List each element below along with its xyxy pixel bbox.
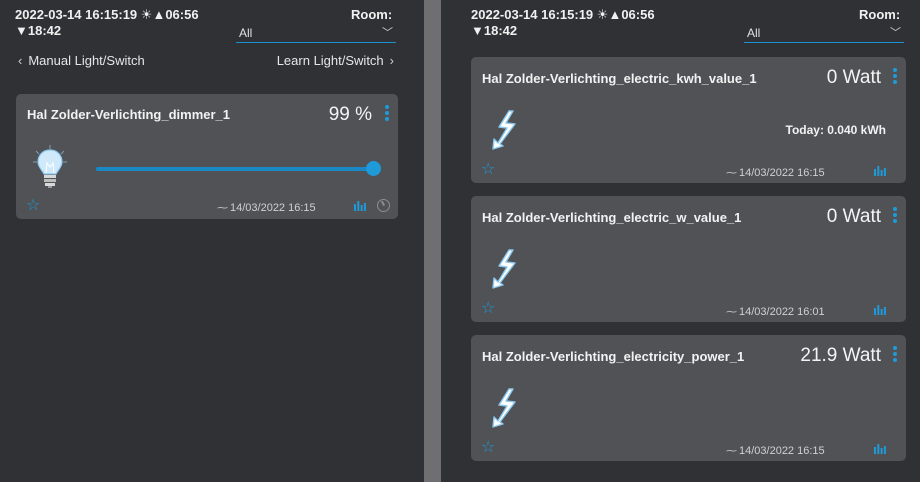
dimmer-slider[interactable] <box>96 161 381 176</box>
card-value: 21.9 Watt <box>800 345 881 366</box>
dimmer-card: Hal Zolder-Verlichting_dimmer_1 99 % ☆ ⁓… <box>16 94 398 219</box>
star-icon[interactable]: ☆ <box>481 301 495 317</box>
card-title: Hal Zolder-Verlichting_dimmer_1 <box>27 107 231 122</box>
dimmer-slider-thumb[interactable] <box>366 161 381 176</box>
lightning-icon[interactable] <box>491 109 521 151</box>
more-menu-icon[interactable] <box>385 105 389 123</box>
star-icon[interactable]: ☆ <box>481 162 495 178</box>
dimmer-slider-fill <box>96 167 374 171</box>
card-title: Hal Zolder-Verlichting_electric_w_value_… <box>482 210 742 225</box>
energy-card-w: Hal Zolder-Verlichting_electric_w_value_… <box>471 196 906 322</box>
room-label: Room: <box>859 7 901 22</box>
sunset-arrow-icon: ▼ <box>15 23 28 38</box>
card-value: 99 % <box>328 104 372 125</box>
room-select[interactable]: All ﹀ <box>744 25 904 43</box>
lightbulb-icon[interactable] <box>33 145 67 189</box>
more-menu-icon[interactable] <box>893 346 897 364</box>
room-select[interactable]: All ﹀ <box>236 25 396 43</box>
chevron-down-icon: ﹀ <box>890 27 901 39</box>
card-value: 0 Watt <box>826 206 881 227</box>
sunset-time: 18:42 <box>483 23 518 38</box>
timestamp-text: 14/03/2022 16:15 <box>739 445 825 457</box>
nav-prev-link[interactable]: ‹ Manual Light/Switch <box>12 53 145 68</box>
more-menu-icon[interactable] <box>893 68 897 86</box>
chevron-left-icon: ‹ <box>18 53 23 68</box>
sunset-time: 18:42 <box>27 23 62 38</box>
sunrise-arrow-icon: ▲ <box>152 7 166 22</box>
card-title: Hal Zolder-Verlichting_electricity_power… <box>482 349 745 364</box>
pane-divider[interactable] <box>424 0 441 482</box>
timestamp-text: 14/03/2022 16:01 <box>739 306 825 318</box>
timestamp-text: 14/03/2022 16:15 <box>739 167 825 179</box>
sun-icon: ☀ <box>596 7 609 22</box>
energy-card-power: Hal Zolder-Verlichting_electricity_power… <box>471 335 906 461</box>
lightning-icon[interactable] <box>491 248 521 290</box>
room-select-value: All <box>239 26 253 40</box>
header-datetime: 2022-03-14 16:15:19 ☀▲06:56 ▼18:42 <box>15 7 199 39</box>
activity-icon: ⁓ <box>726 306 737 318</box>
chevron-right-icon: › <box>389 53 394 68</box>
card-value: 0 Watt <box>826 67 881 88</box>
bar-chart-icon[interactable] <box>874 443 886 454</box>
bar-chart-icon[interactable] <box>874 165 886 176</box>
nav-next-label: Learn Light/Switch <box>276 53 384 68</box>
last-update: ⁓ 14/03/2022 16:15 <box>726 166 825 179</box>
today-energy: Today: 0.040 kWh <box>785 123 886 137</box>
energy-card-kwh: Hal Zolder-Verlichting_electric_kwh_valu… <box>471 57 906 183</box>
room-select-value: All <box>747 26 761 40</box>
timer-icon[interactable] <box>377 199 390 212</box>
nav-next-link[interactable]: Learn Light/Switch › <box>277 53 400 68</box>
sunrise-time: 06:56 <box>165 7 199 22</box>
activity-icon: ⁓ <box>726 167 737 179</box>
room-label: Room: <box>351 7 393 22</box>
activity-icon: ⁓ <box>217 202 228 214</box>
datetime-text: 2022-03-14 16:15:19 <box>15 7 138 22</box>
lightning-icon[interactable] <box>491 387 521 429</box>
activity-icon: ⁓ <box>726 445 737 457</box>
last-update: ⁓ 14/03/2022 16:15 <box>217 201 316 214</box>
last-update: ⁓ 14/03/2022 16:15 <box>726 444 825 457</box>
sunrise-time: 06:56 <box>621 7 655 22</box>
right-pane: 2022-03-14 16:15:19 ☀▲06:56 ▼18:42 Room:… <box>441 0 920 482</box>
sunset-arrow-icon: ▼ <box>471 23 484 38</box>
timestamp-text: 14/03/2022 16:15 <box>230 202 316 214</box>
sunrise-arrow-icon: ▲ <box>608 7 622 22</box>
header-datetime: 2022-03-14 16:15:19 ☀▲06:56 ▼18:42 <box>471 7 655 39</box>
bar-chart-icon[interactable] <box>874 304 886 315</box>
star-icon[interactable]: ☆ <box>481 440 495 456</box>
more-menu-icon[interactable] <box>893 207 897 225</box>
bar-chart-icon[interactable] <box>354 200 366 211</box>
left-pane: 2022-03-14 16:15:19 ☀▲06:56 ▼18:42 Room:… <box>0 0 424 482</box>
last-update: ⁓ 14/03/2022 16:01 <box>726 305 825 318</box>
chevron-down-icon: ﹀ <box>382 27 393 39</box>
card-title: Hal Zolder-Verlichting_electric_kwh_valu… <box>482 71 757 86</box>
datetime-text: 2022-03-14 16:15:19 <box>471 7 594 22</box>
star-icon[interactable]: ☆ <box>26 198 40 214</box>
nav-prev-label: Manual Light/Switch <box>28 53 145 68</box>
sun-icon: ☀ <box>140 7 153 22</box>
